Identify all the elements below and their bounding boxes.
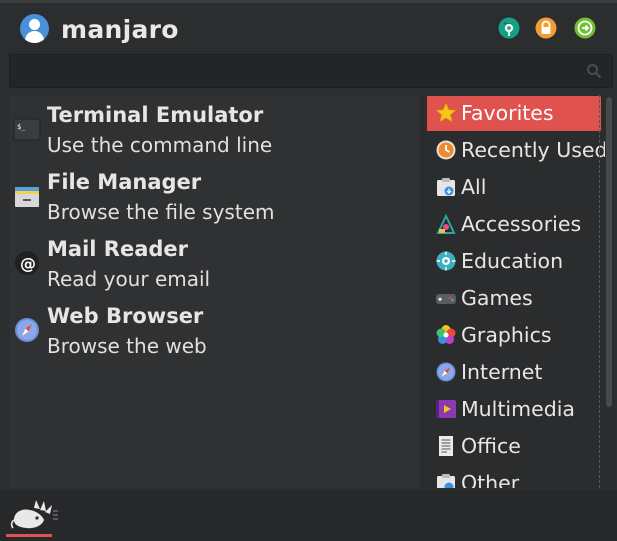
recent-icon (436, 140, 456, 160)
mail-icon: @ (15, 251, 39, 275)
category-multimedia[interactable]: Multimedia (427, 392, 601, 427)
category-internet[interactable]: Internet (427, 355, 601, 390)
gamepad-icon (436, 294, 456, 304)
menu-header: manjaro (0, 6, 617, 52)
terminal-icon: $_ (13, 118, 41, 141)
category-label: Other (461, 471, 520, 488)
category-label: All (461, 175, 487, 199)
category-label: Games (461, 286, 533, 310)
categories-divider (599, 95, 600, 488)
favorite-name: Mail Reader (47, 237, 188, 261)
lock-button[interactable] (535, 17, 557, 39)
category-games[interactable]: Games (427, 281, 601, 316)
category-favorites[interactable]: Favorites (427, 96, 601, 131)
star-icon (435, 102, 457, 123)
lock-icon (535, 17, 557, 39)
multimedia-icon (436, 400, 456, 418)
search-input[interactable] (16, 59, 586, 83)
favorite-description: Use the command line (47, 133, 273, 157)
category-accessories[interactable]: Accessories (427, 207, 601, 242)
logout-button[interactable] (574, 17, 596, 39)
category-other[interactable]: Other (427, 466, 601, 488)
category-label: Office (461, 434, 521, 458)
category-label: Graphics (461, 323, 552, 347)
search-icon[interactable] (586, 63, 602, 79)
panel-bar (0, 490, 617, 541)
category-label: Accessories (461, 212, 582, 236)
favorite-terminal-emulator[interactable]: $_ Terminal Emulator Use the command lin… (9, 97, 419, 161)
favorite-description: Read your email (47, 267, 211, 291)
other-icon (437, 474, 455, 488)
internet-icon (436, 362, 456, 382)
education-icon (436, 251, 456, 271)
favorites-list: $_ Terminal Emulator Use the command lin… (9, 95, 419, 488)
category-label: Multimedia (461, 397, 575, 421)
favorite-web-browser[interactable]: Web Browser Browse the web (9, 298, 419, 362)
favorite-description: Browse the web (47, 334, 207, 358)
svg-text:$_: $_ (17, 123, 26, 131)
user-avatar (20, 14, 49, 43)
categories-scrollbar-thumb[interactable] (606, 97, 612, 407)
web-browser-icon (15, 318, 39, 342)
office-icon (439, 436, 453, 456)
category-label: Favorites (461, 101, 554, 125)
favorite-name: Web Browser (47, 304, 204, 328)
category-recently-used[interactable]: Recently Used (427, 133, 608, 168)
category-education[interactable]: Education (427, 244, 601, 279)
favorite-name: Terminal Emulator (47, 103, 264, 127)
active-indicator (6, 534, 52, 537)
file-manager-icon (15, 187, 39, 207)
favorite-mail-reader[interactable]: @ Mail Reader Read your email (9, 231, 419, 295)
categories-list: Favorites Recently Used All Accessories … (421, 95, 614, 488)
accessories-icon (436, 213, 456, 234)
gear-wrench-icon (498, 17, 520, 39)
category-label: Recently Used (461, 138, 608, 162)
favorite-description: Browse the file system (47, 200, 275, 224)
category-office[interactable]: Office (427, 429, 601, 464)
all-apps-icon (437, 178, 455, 196)
favorite-name: File Manager (47, 170, 202, 194)
graphics-icon (436, 325, 456, 344)
username-label: manjaro (61, 15, 179, 44)
settings-button[interactable] (498, 17, 520, 39)
search-box (9, 54, 613, 88)
favorite-file-manager[interactable]: File Manager Browse the file system (9, 164, 419, 228)
category-label: Internet (461, 360, 543, 384)
category-label: Education (461, 249, 564, 273)
category-all[interactable]: All (427, 170, 601, 205)
panel-handle-icon (53, 510, 58, 520)
xfce-mouse-icon[interactable] (10, 498, 56, 532)
logout-icon (574, 17, 596, 39)
whisker-menu: manjaro $_ Terminal Emulator Use the com… (0, 0, 617, 541)
category-graphics[interactable]: Graphics (427, 318, 601, 353)
svg-text:@: @ (20, 254, 36, 273)
